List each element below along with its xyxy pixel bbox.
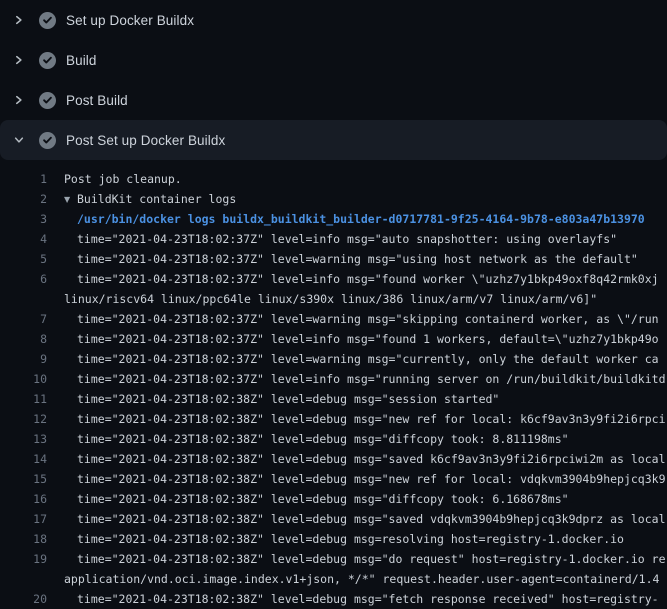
log-text: time="2021-04-23T18:02:38Z" level=debug …: [77, 512, 666, 526]
line-number-link[interactable]: 1: [0, 172, 47, 186]
group-toggle-icon[interactable]: ▼: [64, 195, 77, 204]
step-label: Post Set up Docker Buildx: [66, 133, 225, 148]
line-number-link[interactable]: 13: [0, 432, 47, 446]
log-text: time="2021-04-23T18:02:37Z" level=info m…: [77, 272, 659, 286]
log-text: time="2021-04-23T18:02:37Z" level=info m…: [77, 332, 659, 346]
chevron-right-icon: [12, 13, 26, 27]
log-line: 19 time="2021-04-23T18:02:38Z" level=deb…: [0, 549, 667, 569]
log-line: 12 time="2021-04-23T18:02:38Z" level=deb…: [0, 409, 667, 429]
log-text: time="2021-04-23T18:02:38Z" level=debug …: [77, 532, 624, 546]
line-number-link[interactable]: 4: [0, 232, 47, 246]
log-line: 18 time="2021-04-23T18:02:38Z" level=deb…: [0, 529, 667, 549]
chevron-right-icon: [12, 93, 26, 107]
line-number-link[interactable]: 8: [0, 332, 47, 346]
line-number-link[interactable]: 17: [0, 512, 47, 526]
log-text: time="2021-04-23T18:02:38Z" level=debug …: [77, 592, 659, 606]
log-line: 11 time="2021-04-23T18:02:38Z" level=deb…: [0, 389, 667, 409]
chevron-down-icon: [12, 133, 26, 147]
log-text: time="2021-04-23T18:02:38Z" level=debug …: [77, 492, 569, 506]
log-text: Post job cleanup.: [64, 172, 182, 186]
log-text: /usr/bin/docker logs buildx_buildkit_bui…: [77, 212, 645, 226]
line-number-link[interactable]: 6: [0, 272, 47, 286]
log-text: time="2021-04-23T18:02:38Z" level=debug …: [77, 472, 666, 486]
step-label: Build: [66, 53, 97, 68]
line-number-link[interactable]: 10: [0, 372, 47, 386]
log-line: 6 time="2021-04-23T18:02:37Z" level=info…: [0, 269, 667, 289]
line-number-link[interactable]: 19: [0, 552, 47, 566]
log-line: linux/riscv64 linux/ppc64le linux/s390x …: [0, 289, 667, 309]
step-header[interactable]: Post Build: [0, 80, 667, 120]
log-line: 17 time="2021-04-23T18:02:38Z" level=deb…: [0, 509, 667, 529]
log-text: time="2021-04-23T18:02:38Z" level=debug …: [77, 412, 666, 426]
step-label: Set up Docker Buildx: [66, 13, 194, 28]
line-number-link[interactable]: 20: [0, 592, 47, 606]
log-line: 7 time="2021-04-23T18:02:37Z" level=warn…: [0, 309, 667, 329]
log-text: time="2021-04-23T18:02:38Z" level=debug …: [77, 432, 569, 446]
log-text: time="2021-04-23T18:02:37Z" level=warnin…: [77, 312, 659, 326]
step-header[interactable]: Set up Docker Buildx: [0, 0, 667, 40]
log-text: time="2021-04-23T18:02:37Z" level=info m…: [77, 372, 666, 386]
line-number-link[interactable]: 2: [0, 192, 47, 206]
log-text: time="2021-04-23T18:02:37Z" level=info m…: [77, 232, 617, 246]
step-header[interactable]: Post Set up Docker Buildx: [0, 120, 667, 160]
line-number-link[interactable]: 11: [0, 392, 47, 406]
log-text: time="2021-04-23T18:02:38Z" level=debug …: [77, 392, 499, 406]
log-text: application/vnd.oci.image.index.v1+json,…: [64, 572, 659, 586]
line-number-link[interactable]: 12: [0, 412, 47, 426]
step-label: Post Build: [66, 93, 128, 108]
line-number-link[interactable]: 9: [0, 352, 47, 366]
log-line: application/vnd.oci.image.index.v1+json,…: [0, 569, 667, 589]
step-header[interactable]: Build: [0, 40, 667, 80]
log-text: time="2021-04-23T18:02:37Z" level=warnin…: [77, 352, 659, 366]
line-number-link[interactable]: 3: [0, 212, 47, 226]
steps-list: Set up Docker Buildx Build Post Build Po…: [0, 0, 667, 160]
log-text: time="2021-04-23T18:02:37Z" level=warnin…: [77, 252, 638, 266]
log-line: 4 time="2021-04-23T18:02:37Z" level=info…: [0, 229, 667, 249]
log-text: time="2021-04-23T18:02:38Z" level=debug …: [77, 452, 666, 466]
line-number-link[interactable]: 5: [0, 252, 47, 266]
check-circle-icon: [39, 132, 56, 149]
line-number-link[interactable]: 15: [0, 472, 47, 486]
check-circle-icon: [39, 12, 56, 29]
log-line: 2 ▼ BuildKit container logs: [0, 189, 667, 209]
log-text: linux/riscv64 linux/ppc64le linux/s390x …: [64, 292, 597, 306]
log-text: time="2021-04-23T18:02:38Z" level=debug …: [77, 552, 666, 566]
log-line: 8 time="2021-04-23T18:02:37Z" level=info…: [0, 329, 667, 349]
check-circle-icon: [39, 52, 56, 69]
line-number-link[interactable]: 16: [0, 492, 47, 506]
log-line: 16 time="2021-04-23T18:02:38Z" level=deb…: [0, 489, 667, 509]
log-line: 15 time="2021-04-23T18:02:38Z" level=deb…: [0, 469, 667, 489]
log-viewer: 1 Post job cleanup. 2 ▼ BuildKit contain…: [0, 160, 667, 609]
actions-log-panel: Set up Docker Buildx Build Post Build Po…: [0, 0, 667, 609]
line-number-link[interactable]: 7: [0, 312, 47, 326]
check-circle-icon: [39, 92, 56, 109]
log-line: 13 time="2021-04-23T18:02:38Z" level=deb…: [0, 429, 667, 449]
line-number-link[interactable]: 18: [0, 532, 47, 546]
log-line: 1 Post job cleanup.: [0, 169, 667, 189]
log-line: 5 time="2021-04-23T18:02:37Z" level=warn…: [0, 249, 667, 269]
line-number-link[interactable]: 14: [0, 452, 47, 466]
chevron-right-icon: [12, 53, 26, 67]
log-text: BuildKit container logs: [77, 192, 236, 206]
log-line: 14 time="2021-04-23T18:02:38Z" level=deb…: [0, 449, 667, 469]
log-line: 10 time="2021-04-23T18:02:37Z" level=inf…: [0, 369, 667, 389]
log-line: 9 time="2021-04-23T18:02:37Z" level=warn…: [0, 349, 667, 369]
log-line: 20 time="2021-04-23T18:02:38Z" level=deb…: [0, 589, 667, 609]
log-line: 3 /usr/bin/docker logs buildx_buildkit_b…: [0, 209, 667, 229]
